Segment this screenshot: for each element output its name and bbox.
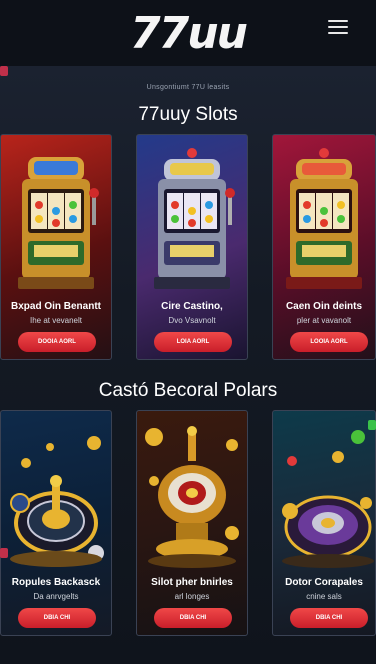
section-title-casino: Castó Becoral Polars [98,380,278,401]
card-title: Bxpad Oin Benantt [10,301,101,312]
decorative-glow [368,420,376,430]
game-card[interactable]: Ropules Backasck Da anrvgelts DBIA CHI [0,410,112,636]
card-title: Dotor Corapales [285,577,363,588]
card-subtitle: Ihe at vevanelt [29,316,83,325]
play-button[interactable]: DBIA CHI [290,608,368,628]
play-button[interactable]: LOOIA AORL [290,332,368,352]
play-button[interactable]: LOIA AORL [154,332,232,352]
decorative-glow [0,66,8,76]
section-title-slots: 77uuy Slots [138,104,238,125]
slot-card[interactable]: Bxpad Oin Benantt Ihe at vevanelt DOOIA … [0,134,112,360]
play-button[interactable]: DBIA CHI [154,608,232,628]
card-title: Ropules Backasck [11,577,101,588]
card-title: Caen Oin deints [285,301,363,312]
slot-machine-icon [1,135,111,293]
main-content: Unsgontiumt 77U leasits 77uuy Slots Bxpa… [0,66,376,664]
card-title: Cire Castino, [161,301,223,312]
card-subtitle: arl longes [174,592,210,601]
card-subtitle: Dvo Vsavnolt [168,316,216,325]
card-subtitle: Da anrvgelts [33,592,79,601]
slot-card[interactable]: Caen Oin deints pler at vavanolt LOOIA A… [272,134,376,360]
slot-machine-icon [273,135,375,293]
game-card[interactable]: Dotor Corapales cnine sals DBIA CHI [272,410,376,636]
play-button[interactable]: DOOIA AORL [18,332,96,352]
roulette-icon [1,411,111,569]
slot-machine-icon [137,135,247,293]
site-logo[interactable]: 77uu [130,8,248,59]
roulette-icon [273,411,375,569]
play-button[interactable]: DBIA CHI [18,608,96,628]
game-card[interactable]: Silot pher bnirles arl longes DBIA CHI [136,410,248,636]
trophy-icon [137,411,247,569]
decorative-glow [0,548,8,558]
site-header: 77uu [0,0,376,66]
hamburger-menu-icon[interactable] [328,18,348,36]
card-subtitle: cnine sals [306,592,342,601]
card-title: Silot pher bnirles [151,577,233,588]
casino-card-row: Ropules Backasck Da anrvgelts DBIA CHI S… [0,410,376,636]
card-subtitle: pler at vavanolt [296,316,352,325]
slots-card-row: Bxpad Oin Benantt Ihe at vevanelt DOOIA … [0,134,376,360]
kicker-text: Unsgontiumt 77U leasits [146,84,230,91]
slot-card[interactable]: Cire Castino, Dvo Vsavnolt LOIA AORL [136,134,248,360]
